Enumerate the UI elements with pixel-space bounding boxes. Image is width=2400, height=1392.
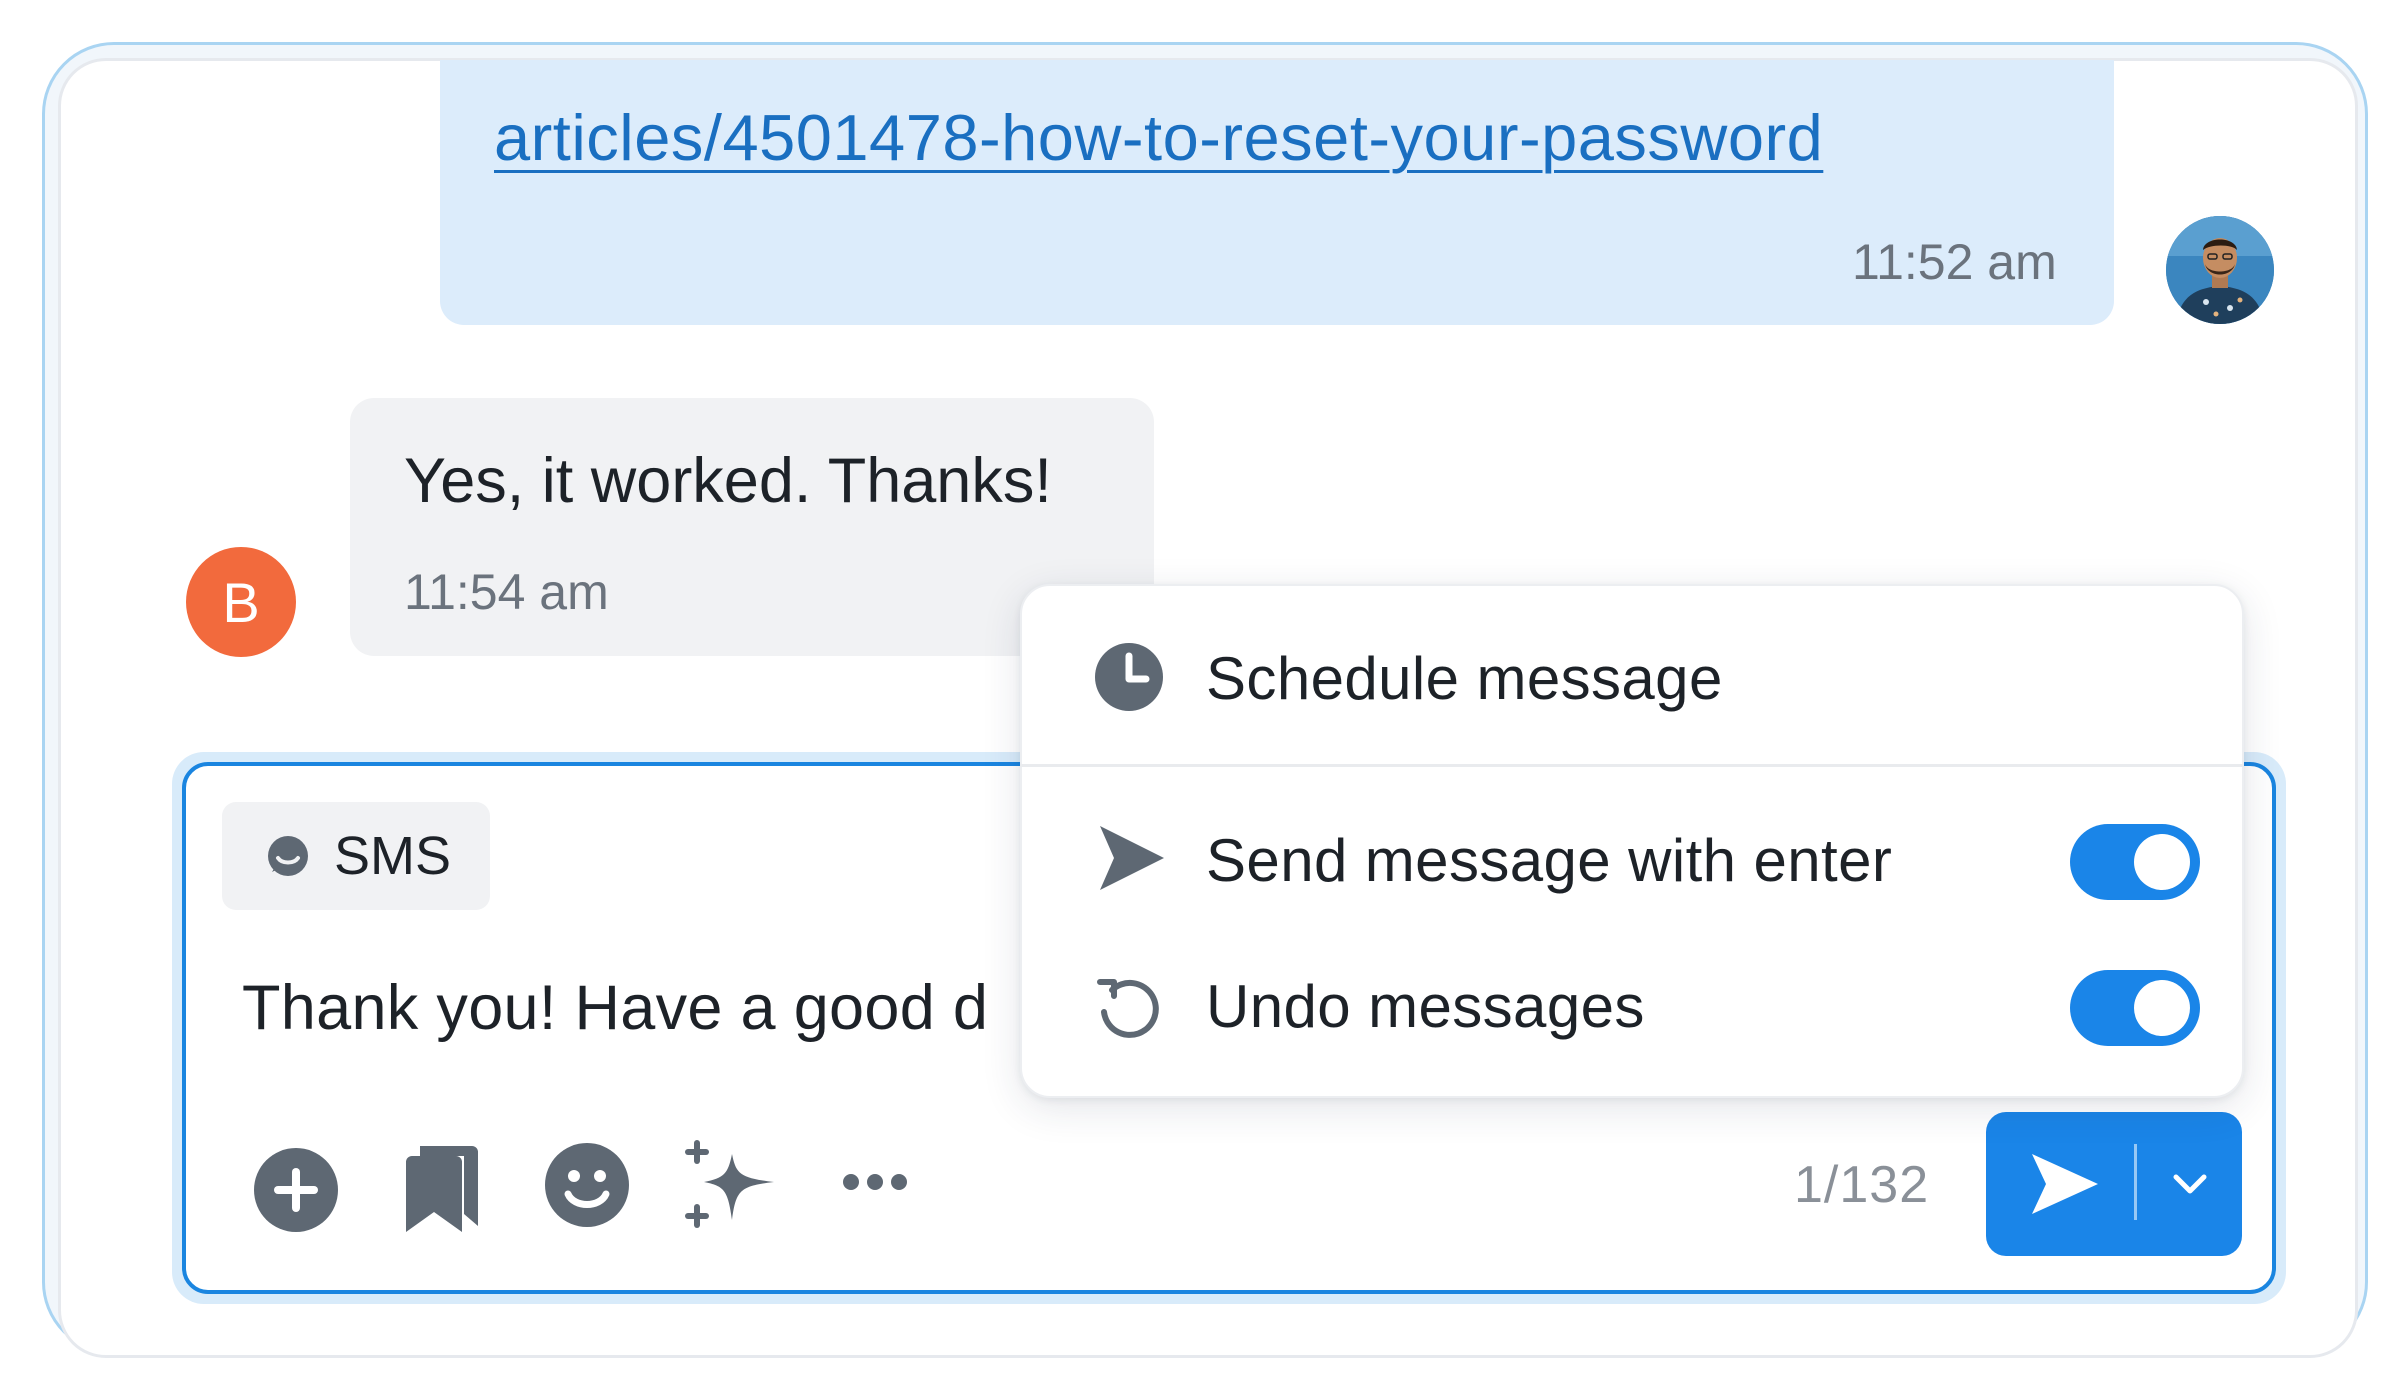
- chevron-down-icon: [2173, 1174, 2207, 1194]
- toggle-knob: [2134, 980, 2190, 1036]
- clock-icon: [1095, 643, 1163, 711]
- add-attachment-button[interactable]: [252, 1146, 340, 1234]
- channel-selector[interactable]: SMS: [222, 802, 490, 910]
- ai-assist-button[interactable]: [684, 1138, 776, 1230]
- chat-bubble-icon: [268, 836, 308, 876]
- send-with-enter-toggle[interactable]: [2070, 824, 2200, 900]
- ellipsis-icon: [843, 1174, 907, 1190]
- menu-label-undo-messages: Undo messages: [1206, 973, 1645, 1040]
- send-icon: [1100, 826, 1164, 890]
- customer-avatar: B: [186, 547, 296, 657]
- send-button-divider: [2134, 1144, 2137, 1220]
- customer-message-text: Yes, it worked. Thanks!: [404, 446, 1052, 516]
- smiley-icon: [545, 1143, 629, 1227]
- more-options-button[interactable]: [842, 1168, 908, 1196]
- help-article-link[interactable]: articles/4501478-how-to-reset-your-passw…: [494, 100, 1823, 175]
- sparkles-icon: [685, 1140, 774, 1228]
- saved-replies-button[interactable]: [402, 1142, 480, 1234]
- customer-message-time: 11:54 am: [404, 564, 609, 620]
- send-icon: [2032, 1154, 2098, 1214]
- channel-label: SMS: [334, 826, 452, 886]
- toggle-knob: [2134, 834, 2190, 890]
- message-input[interactable]: Thank you! Have a good d: [242, 972, 988, 1044]
- send-options-toggle[interactable]: [2150, 1150, 2230, 1218]
- agent-message-time: 11:52 am: [1852, 234, 2057, 290]
- undo-messages-toggle[interactable]: [2070, 970, 2200, 1046]
- emoji-button[interactable]: [542, 1140, 632, 1230]
- character-counter: 1/132: [1794, 1156, 1930, 1214]
- agent-avatar: [2166, 216, 2274, 324]
- menu-label-send-with-enter: Send message with enter: [1206, 827, 1893, 894]
- menu-label-schedule-message: Schedule message: [1206, 645, 1723, 712]
- undo-icon: [1097, 979, 1159, 1038]
- bookmarks-icon: [406, 1146, 478, 1232]
- menu-divider: [1020, 764, 2244, 767]
- plus-circle-icon: [254, 1148, 338, 1232]
